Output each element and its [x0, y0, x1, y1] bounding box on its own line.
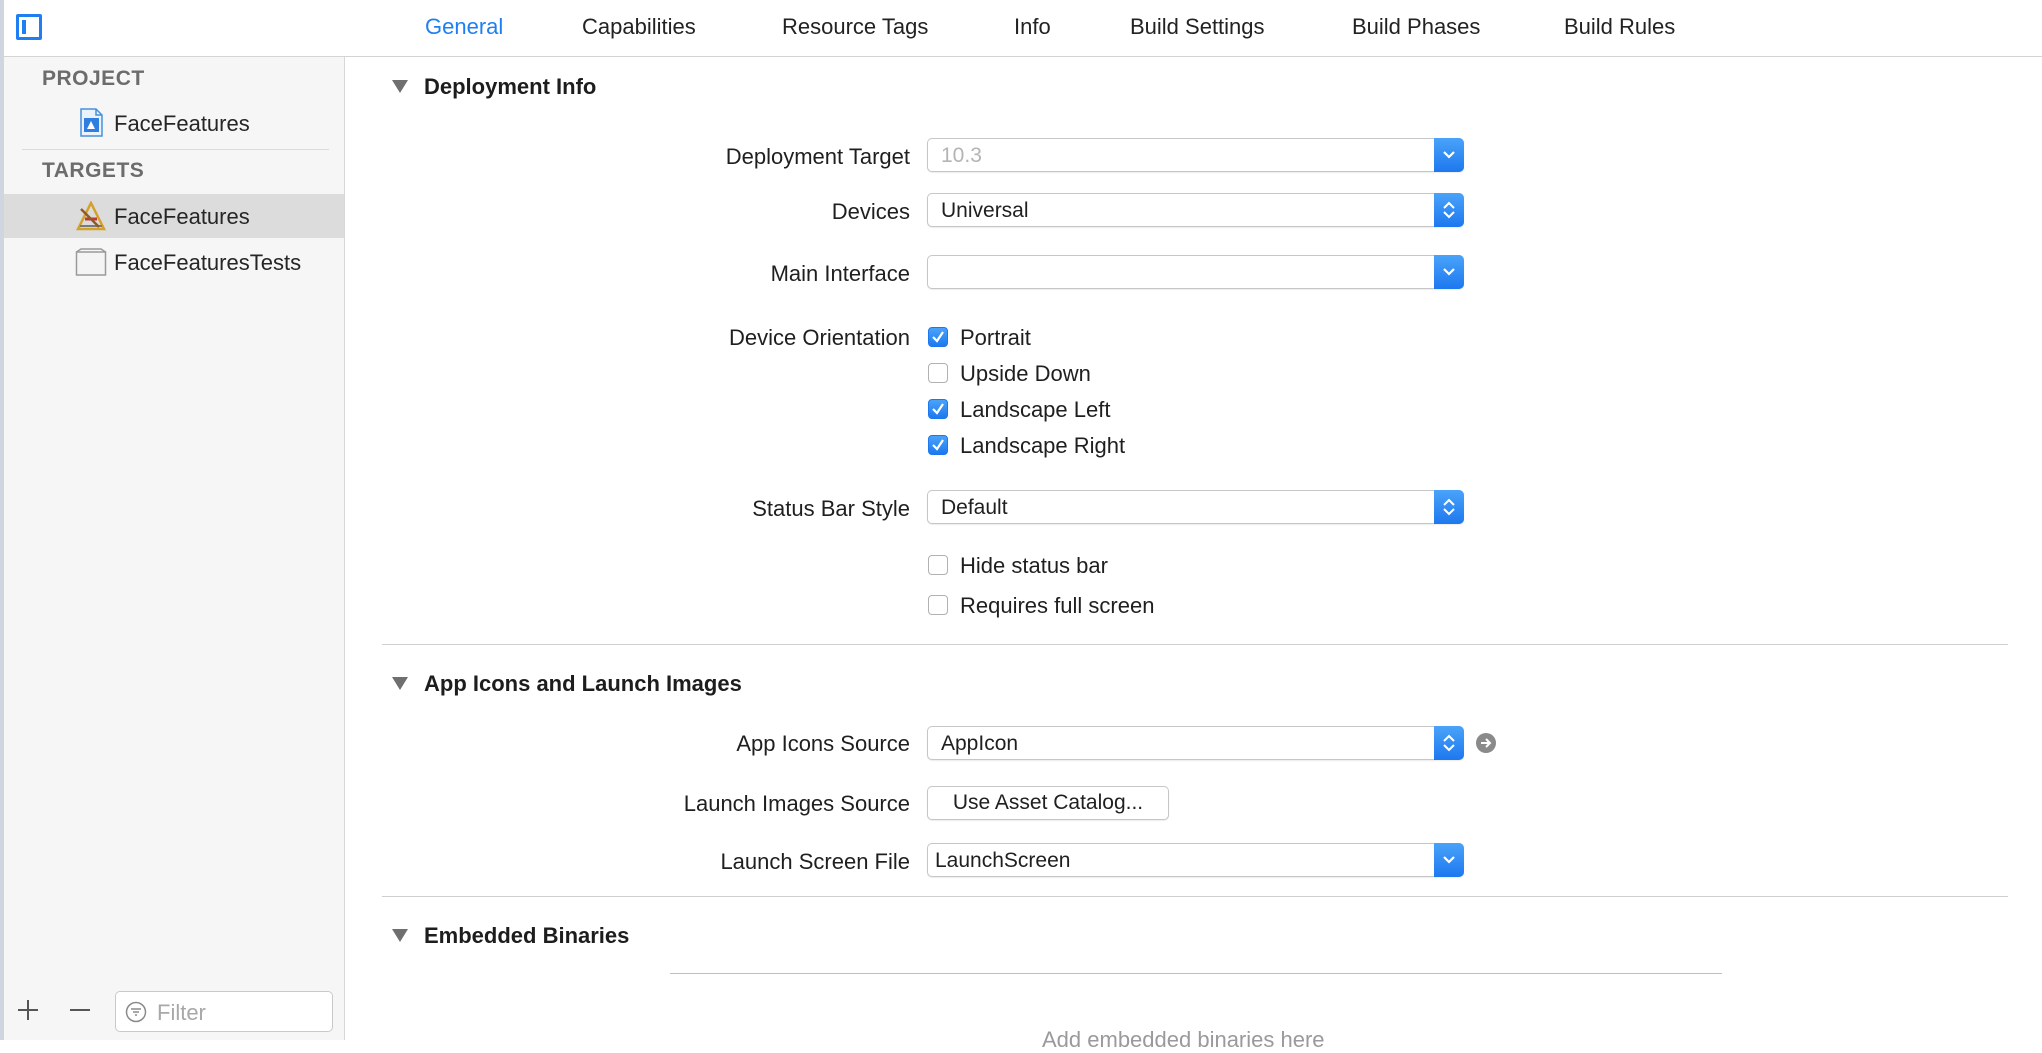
landscape-right-checkbox[interactable] [928, 435, 948, 455]
section-divider [382, 896, 2008, 897]
app-icons-title: App Icons and Launch Images [424, 671, 742, 696]
app-icons-source-value: AppIcon [941, 732, 1019, 755]
sidebar-item-project[interactable]: FaceFeatures [114, 111, 250, 137]
section-divider [382, 644, 2008, 645]
embedded-binaries-placeholder: Add embedded binaries here [1042, 1027, 1325, 1052]
embedded-binaries-disclosure-triangle-icon[interactable] [392, 929, 408, 942]
tab-build-phases[interactable]: Build Phases [1352, 14, 1480, 40]
app-target-icon [75, 200, 107, 231]
launch-screen-file-value: LaunchScreen [935, 849, 1071, 872]
main-interface-combo[interactable] [927, 255, 1464, 289]
chevron-down-icon[interactable] [1434, 255, 1464, 289]
upside-down-label: Upside Down [960, 361, 1091, 386]
tab-build-rules[interactable]: Build Rules [1564, 14, 1675, 40]
up-down-chevron-icon[interactable] [1434, 726, 1464, 760]
use-asset-catalog-button[interactable]: Use Asset Catalog... [927, 786, 1169, 820]
sidebar-item-target-label: FaceFeatures [114, 204, 250, 229]
up-down-chevron-icon[interactable] [1434, 193, 1464, 227]
app-icons-source-popup[interactable]: AppIcon [927, 726, 1464, 760]
sidebar-toggle-icon[interactable] [16, 14, 42, 40]
embedded-binaries-title: Embedded Binaries [424, 923, 630, 948]
landscape-right-label: Landscape Right [960, 433, 1126, 458]
project-section-header: PROJECT [42, 67, 145, 90]
app-icons-source-label: App Icons Source [736, 731, 910, 756]
device-orientation-label: Device Orientation [729, 325, 910, 350]
devices-value: Universal [941, 199, 1029, 222]
tab-info[interactable]: Info [1014, 14, 1051, 40]
up-down-chevron-icon[interactable] [1434, 490, 1464, 524]
filter-placeholder: Filter [157, 1000, 206, 1025]
upside-down-checkbox[interactable] [928, 363, 948, 383]
requires-full-screen-label: Requires full screen [960, 593, 1155, 618]
sidebar-item-target-tests[interactable]: FaceFeaturesTests [114, 250, 301, 276]
deployment-target-combo[interactable]: 10.3 [927, 138, 1464, 172]
requires-full-screen-checkbox[interactable] [928, 595, 948, 615]
deployment-target-value: 10.3 [941, 144, 982, 167]
status-bar-style-popup[interactable]: Default [927, 490, 1464, 524]
deployment-target-label: Deployment Target [725, 144, 910, 169]
landscape-left-label: Landscape Left [960, 397, 1111, 422]
deployment-info-title: Deployment Info [424, 74, 597, 99]
portrait-checkbox[interactable] [928, 327, 948, 347]
targets-section-header: TARGETS [42, 159, 145, 182]
deployment-disclosure-triangle-icon[interactable] [392, 80, 408, 93]
status-bar-style-value: Default [941, 496, 1008, 519]
go-to-asset-arrow-icon[interactable] [1476, 733, 1496, 753]
chevron-down-icon[interactable] [1434, 843, 1464, 877]
landscape-left-checkbox[interactable] [928, 399, 948, 419]
status-bar-style-label: Status Bar Style [752, 496, 910, 521]
remove-target-icon[interactable] [68, 998, 92, 1022]
chevron-down-icon[interactable] [1434, 138, 1464, 172]
tab-capabilities[interactable]: Capabilities [582, 14, 696, 40]
portrait-label: Portrait [960, 325, 1031, 350]
project-file-icon [79, 108, 104, 137]
tab-resource-tags[interactable]: Resource Tags [782, 14, 928, 40]
launch-screen-file-combo[interactable]: LaunchScreen [927, 843, 1464, 877]
test-bundle-icon [75, 248, 107, 276]
sidebar-divider [22, 149, 329, 150]
tab-general[interactable]: General [425, 14, 503, 40]
app-icons-disclosure-triangle-icon[interactable] [392, 677, 408, 690]
filter-field[interactable]: Filter [115, 991, 333, 1032]
embedded-binaries-list-top-border [670, 973, 1722, 974]
devices-popup[interactable]: Universal [927, 193, 1464, 227]
launch-screen-file-label: Launch Screen File [720, 849, 910, 874]
tab-build-settings[interactable]: Build Settings [1130, 14, 1265, 40]
hide-status-bar-checkbox[interactable] [928, 555, 948, 575]
hide-status-bar-label: Hide status bar [960, 553, 1108, 578]
add-target-icon[interactable] [16, 998, 40, 1022]
devices-label: Devices [831, 199, 910, 224]
launch-images-source-label: Launch Images Source [683, 791, 910, 816]
filter-icon [125, 1001, 147, 1023]
main-interface-label: Main Interface [770, 261, 910, 286]
